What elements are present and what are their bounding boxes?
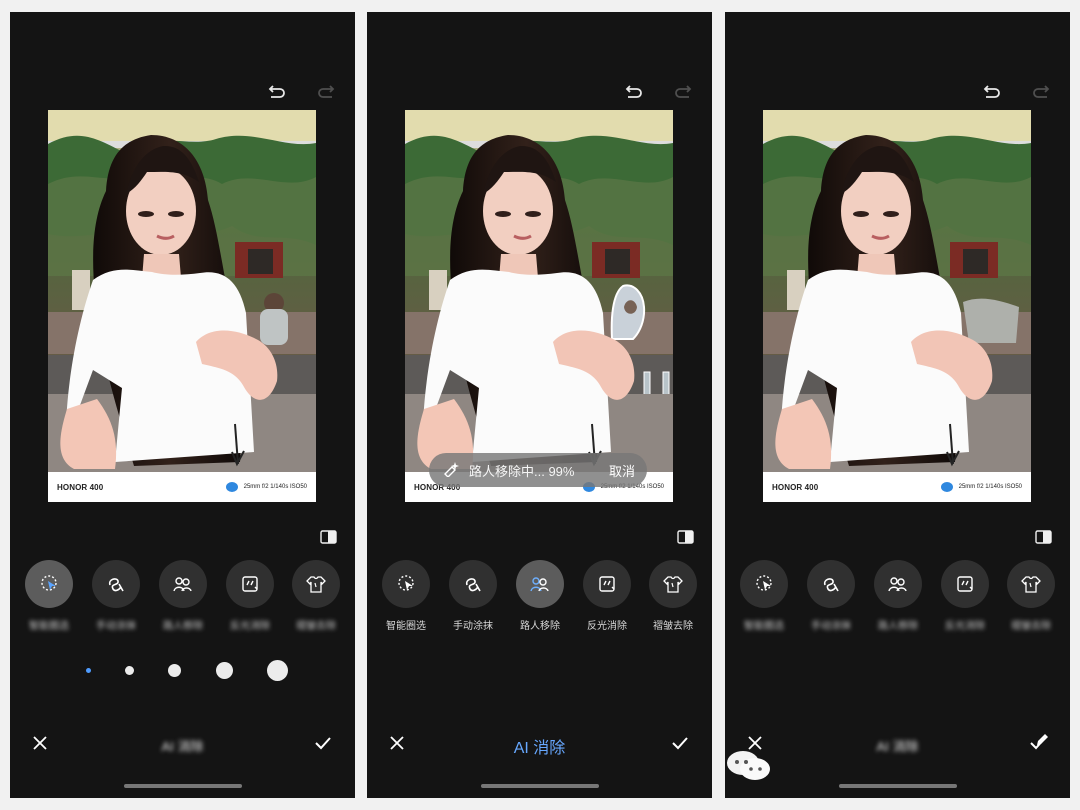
ai-removal-tools: 智能圈选 手动涂抹 路人移除 反光消除 褶皱去除 [367, 560, 712, 632]
compare-icon[interactable] [677, 530, 694, 544]
tool-person-remove[interactable]: 路人移除 [510, 560, 570, 632]
editor-screen-processing: HONOR 400 25mm f/2 1/140s ISO50 路人移除中...… [367, 12, 712, 798]
person-remove-icon[interactable] [874, 560, 922, 608]
smart-select-icon[interactable] [25, 560, 73, 608]
redo-icon[interactable] [1029, 80, 1053, 102]
tool-label: 智能圈选 [386, 621, 426, 632]
home-indicator [481, 784, 599, 788]
brush-size-3[interactable] [168, 664, 181, 677]
edited-photo[interactable]: HONOR 400 25mm f/2 1/140s ISO50 [405, 110, 673, 502]
home-indicator [839, 784, 957, 788]
camera-logo-icon [225, 482, 238, 492]
progress-text: 路人移除中... 99% [469, 463, 575, 479]
edit-icon[interactable] [1034, 732, 1050, 748]
tool-label: 反光消除 [230, 621, 270, 632]
camera-brand: HONOR 400 [772, 482, 819, 492]
wrinkle-remove-icon[interactable] [292, 560, 340, 608]
tool-smart-select[interactable]: 智能圈选 [734, 560, 794, 632]
manual-brush-icon[interactable] [449, 560, 497, 608]
photo-watermark: HONOR 400 25mm f/2 1/140s ISO50 [763, 472, 1031, 502]
tool-label: 褶皱去除 [1011, 621, 1051, 632]
tool-wrinkle-remove[interactable]: 褶皱去除 [286, 560, 346, 632]
brush-size-4[interactable] [216, 662, 233, 679]
reflection-remove-icon[interactable] [583, 560, 631, 608]
manual-brush-icon[interactable] [807, 560, 855, 608]
tool-label: 路人移除 [163, 621, 203, 632]
tool-wrinkle-remove[interactable]: 褶皱去除 [643, 560, 703, 632]
tool-label: 褶皱去除 [296, 621, 336, 632]
brush-size-selector [10, 658, 355, 688]
mode-title: AI 消除 [876, 739, 919, 754]
tool-reflection-remove[interactable]: 反光消除 [935, 560, 995, 632]
magic-erase-icon [443, 461, 461, 480]
exif-text: 25mm f/2 1/140s ISO50 [958, 484, 1022, 490]
tool-wrinkle-remove[interactable]: 褶皱去除 [1001, 560, 1061, 632]
tool-manual-brush[interactable]: 手动涂抹 [801, 560, 861, 632]
undo-icon[interactable] [265, 80, 289, 102]
wrinkle-remove-icon[interactable] [649, 560, 697, 608]
edited-photo[interactable]: HONOR 400 25mm f/2 1/140s ISO50 [48, 110, 316, 502]
reflection-remove-icon[interactable] [226, 560, 274, 608]
tool-label: 反光消除 [587, 621, 627, 632]
ai-removal-tools: 智能圈选 手动涂抹 路人移除 反光消除 褶皱去除 [725, 560, 1070, 632]
redo-icon[interactable] [671, 80, 695, 102]
smart-select-icon[interactable] [740, 560, 788, 608]
ai-removal-tools: 智能圈选 手动涂抹 路人移除 反光消除 褶皱去除 [10, 560, 355, 632]
tool-label: 褶皱去除 [653, 621, 693, 632]
brush-size-5[interactable] [267, 660, 288, 681]
brush-size-1[interactable] [86, 668, 91, 673]
camera-logo-icon [940, 482, 953, 492]
tool-person-remove[interactable]: 路人移除 [153, 560, 213, 632]
person-remove-icon[interactable] [516, 560, 564, 608]
wrinkle-remove-icon[interactable] [1007, 560, 1055, 608]
confirm-check-icon[interactable] [669, 733, 691, 755]
bottom-action-bar: AI 消除 [10, 726, 355, 762]
tool-person-remove[interactable]: 路人移除 [868, 560, 928, 632]
exif-info: 25mm f/2 1/140s ISO50 [225, 482, 307, 492]
photo-image [405, 110, 673, 472]
mode-title: AI 消除 [161, 739, 204, 754]
comparison-screens: HONOR 400 25mm f/2 1/140s ISO50 智能圈选 手动涂… [0, 0, 1080, 810]
editor-screen-before: HONOR 400 25mm f/2 1/140s ISO50 智能圈选 手动涂… [10, 12, 355, 798]
photo-image [48, 110, 316, 472]
editor-screen-after: HONOR 400 25mm f/2 1/140s ISO50 智能圈选 手动涂… [725, 12, 1070, 798]
home-indicator [124, 784, 242, 788]
undo-icon[interactable] [980, 80, 1004, 102]
bottom-action-bar: AI 消除 [725, 726, 1070, 762]
tool-manual-brush[interactable]: 手动涂抹 [86, 560, 146, 632]
tool-label: 手动涂抹 [811, 621, 851, 632]
exif-text: 25mm f/2 1/140s ISO50 [243, 484, 307, 490]
compare-icon[interactable] [1035, 530, 1052, 544]
tool-label-active: 路人移除 [520, 621, 560, 632]
brush-size-2[interactable] [125, 666, 134, 675]
removal-progress-toast: 路人移除中... 99% 取消 [429, 453, 647, 487]
smart-select-icon[interactable] [382, 560, 430, 608]
tool-label: 手动涂抹 [453, 621, 493, 632]
photo-image [763, 110, 1031, 472]
exif-info: 25mm f/2 1/140s ISO50 [940, 482, 1022, 492]
manual-brush-icon[interactable] [92, 560, 140, 608]
undo-icon[interactable] [622, 80, 646, 102]
tool-smart-select[interactable]: 智能圈选 [376, 560, 436, 632]
tool-label: 智能圈选 [29, 621, 69, 632]
person-remove-icon[interactable] [159, 560, 207, 608]
tool-label: 路人移除 [878, 621, 918, 632]
tool-label: 手动涂抹 [96, 621, 136, 632]
edited-photo[interactable]: HONOR 400 25mm f/2 1/140s ISO50 [763, 110, 1031, 502]
redo-icon[interactable] [314, 80, 338, 102]
tool-smart-select[interactable]: 智能圈选 [19, 560, 79, 632]
tool-reflection-remove[interactable]: 反光消除 [577, 560, 637, 632]
tool-label: 反光消除 [945, 621, 985, 632]
bottom-action-bar: AI 消除 [367, 726, 712, 762]
compare-icon[interactable] [320, 530, 337, 544]
photo-watermark: HONOR 400 25mm f/2 1/140s ISO50 [48, 472, 316, 502]
tool-label: 智能圈选 [744, 621, 784, 632]
reflection-remove-icon[interactable] [941, 560, 989, 608]
progress-cancel-button[interactable]: 取消 [609, 461, 635, 480]
camera-brand: HONOR 400 [57, 482, 104, 492]
tool-manual-brush[interactable]: 手动涂抹 [443, 560, 503, 632]
mode-title: AI 消除 [513, 740, 566, 757]
tool-reflection-remove[interactable]: 反光消除 [220, 560, 280, 632]
confirm-check-icon[interactable] [312, 733, 334, 755]
